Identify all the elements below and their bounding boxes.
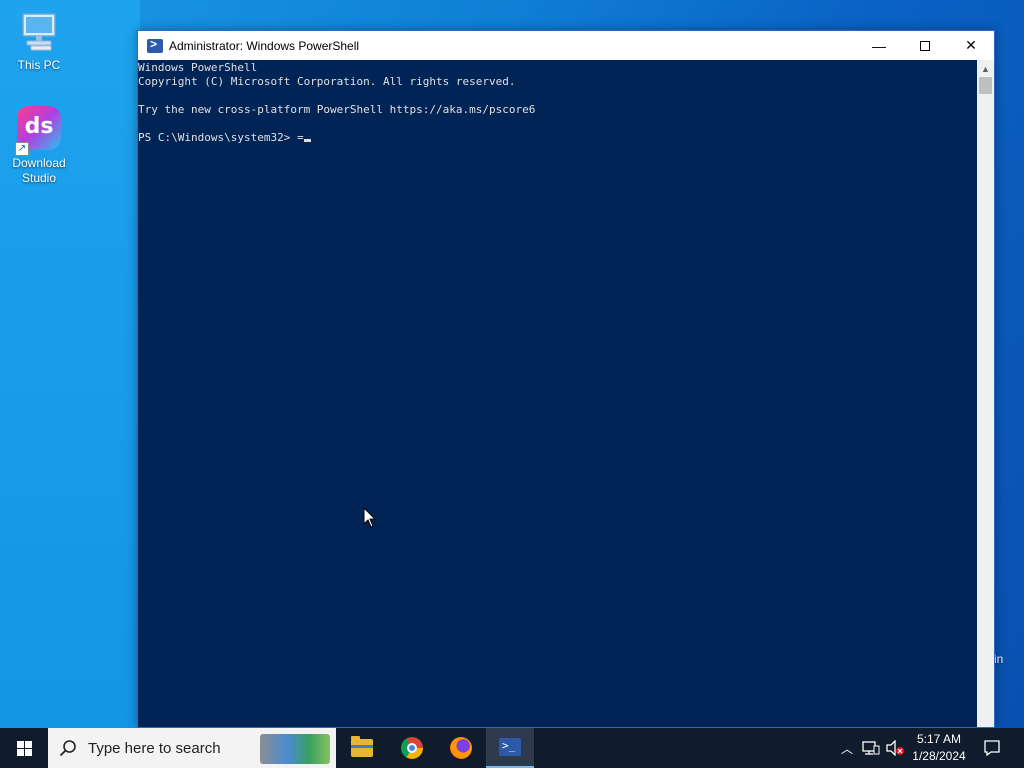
taskbar-app-powershell[interactable] [486,728,534,768]
show-hidden-icons-button[interactable]: ︿ [838,728,856,768]
scroll-up-icon[interactable]: ▲ [977,60,994,77]
firefox-icon [450,737,472,759]
mouse-pointer-icon [363,506,377,529]
maximize-button[interactable] [902,31,948,60]
prompt: PS C:\Windows\system32> [138,131,297,144]
console-line: Copyright (C) Microsoft Corporation. All… [138,75,516,88]
folder-icon [351,736,373,757]
taskbar-app-file-explorer[interactable] [338,728,386,768]
chrome-icon [401,737,423,759]
vertical-scrollbar[interactable]: ▲ [977,60,994,727]
maximize-icon [920,40,930,51]
clock-date: 1/28/2024 [912,749,966,763]
volume-muted-icon [886,740,904,756]
minimize-icon: — [872,37,886,54]
close-icon: ✕ [965,37,977,53]
clock-time: 5:17 AM [916,732,962,746]
typed-input[interactable]: = [297,131,304,144]
taskbar-search-box[interactable]: Type here to search [48,728,336,768]
network-icon [862,741,880,755]
powershell-window[interactable]: Administrator: Windows PowerShell — ✕ Wi… [137,30,995,728]
scrollbar-thumb[interactable] [979,77,992,94]
search-icon [48,739,88,757]
download-studio-icon: ds ↗ [15,106,63,156]
desktop-icon-this-pc[interactable]: This PC [1,8,77,73]
action-center-button[interactable] [978,728,1006,768]
powershell-icon[interactable] [147,37,163,53]
network-button[interactable] [860,728,882,768]
desktop-icon-label: This PC [17,58,61,72]
taskbar: Type here to search ︿ 5:17 AM 1/28/2024 [0,728,1024,768]
console-output[interactable]: Windows PowerShell Copyright (C) Microso… [138,60,978,727]
notification-icon [984,740,1000,757]
taskbar-app-chrome[interactable] [388,728,436,768]
desktop-text-fragment: in [994,652,1004,666]
chevron-up-icon: ︿ [840,741,853,756]
volume-button[interactable] [884,728,906,768]
console-line: Windows PowerShell [138,61,258,74]
search-placeholder: Type here to search [88,739,221,757]
powershell-icon [499,738,521,756]
windows-logo-icon [16,740,32,756]
window-titlebar[interactable]: Administrator: Windows PowerShell — ✕ [138,31,994,60]
search-highlight-image [260,734,330,764]
start-button[interactable] [0,728,48,768]
desktop-icon-label: Download Studio [12,156,66,185]
computer-icon [15,8,63,56]
taskbar-app-firefox[interactable] [437,728,485,768]
prompt-line[interactable]: PS C:\Windows\system32> = [138,131,978,145]
text-cursor [303,139,311,142]
console-line: Try the new cross-platform PowerShell ht… [138,103,536,116]
desktop-icon-download-studio[interactable]: ds ↗ Download Studio [1,106,77,186]
close-button[interactable]: ✕ [948,31,994,60]
shortcut-arrow-icon: ↗ [15,142,29,156]
window-title: Administrator: Windows PowerShell [169,38,360,53]
minimize-button[interactable]: — [856,31,902,60]
taskbar-clock[interactable]: 5:17 AM 1/28/2024 [908,731,970,765]
